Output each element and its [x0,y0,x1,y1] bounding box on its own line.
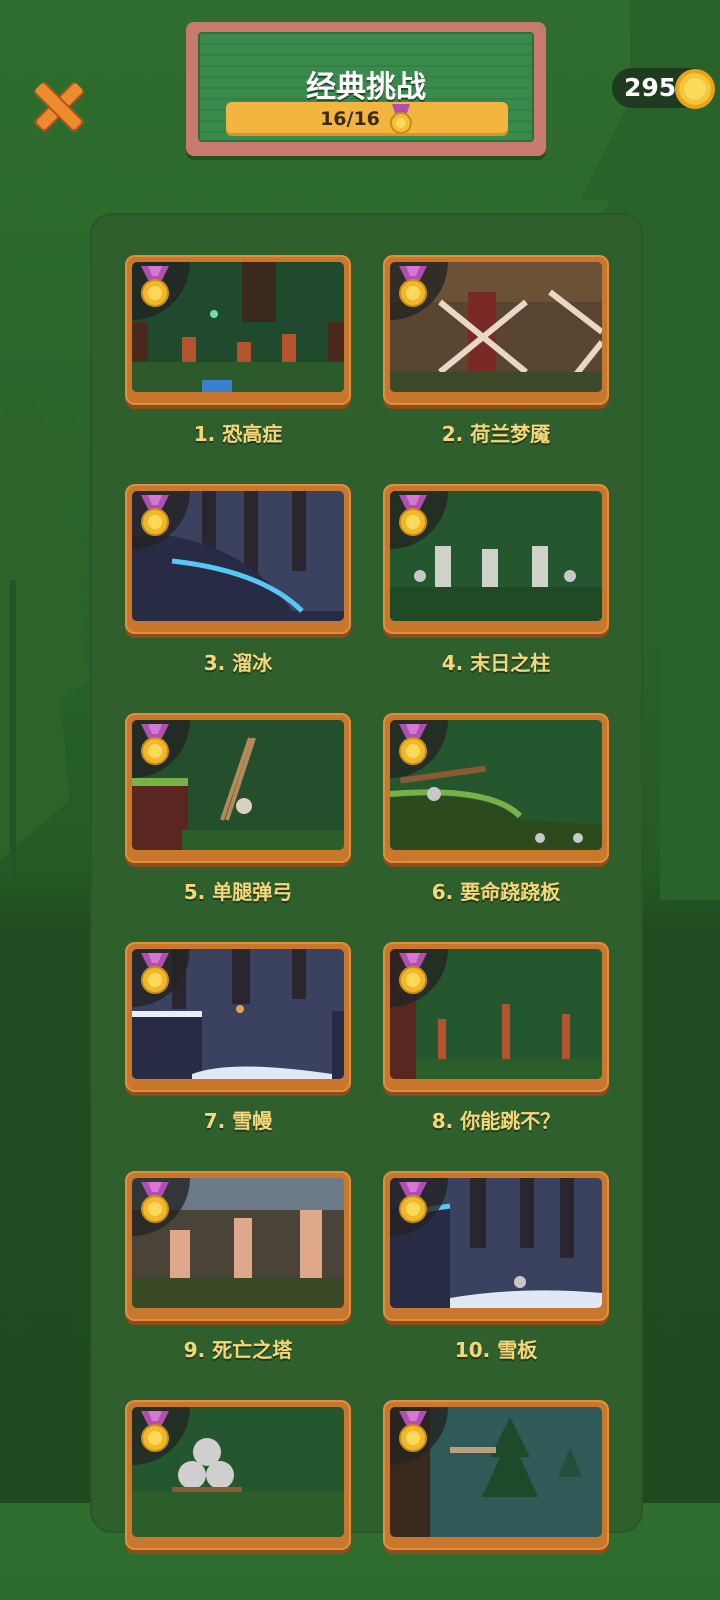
level-thumbnail [390,949,602,1079]
level-label: 8. 你能跳不？ [431,1109,561,1133]
gold-medal-icon [141,495,169,536]
level-label: 6. 要命跷跷板 [431,880,561,904]
level-thumbnail-frame [383,484,609,634]
level-thumbnail [132,720,344,850]
level-label: 2. 荷兰梦魇 [441,422,551,446]
close-button[interactable] [28,76,90,138]
level-label: 5. 单腿弹弓 [183,880,293,904]
level-card-9[interactable]: 9. 死亡之塔 [125,1171,351,1371]
level-thumbnail [132,262,344,392]
level-card-11[interactable] [125,1400,351,1600]
page-title: 经典挑战 [306,70,426,105]
level-thumbnail [390,1407,602,1537]
level-thumbnail-frame [125,713,351,863]
level-card-12[interactable] [383,1400,609,1600]
level-thumbnail-frame [125,255,351,405]
level-label: 4. 末日之柱 [441,651,551,675]
level-thumbnail [390,262,602,392]
level-thumbnail-frame [125,484,351,634]
level-thumbnail [132,949,344,1079]
medal-progress-count: 16/16 [320,108,380,130]
level-thumbnail-frame [383,255,609,405]
level-label: 7. 雪幔 [203,1109,273,1133]
gold-medal-icon [399,495,427,536]
level-card-1[interactable]: 1. 恐高症 [125,255,351,455]
gold-medal-icon [141,1411,169,1452]
level-thumbnail-frame [383,942,609,1092]
medal-progress-bar: 16/16 [226,102,508,136]
level-label: 1. 恐高症 [193,422,283,446]
gold-medal-icon [141,724,169,765]
coin-count: 295 [624,73,677,102]
gold-medal-icon [399,724,427,765]
level-thumbnail [390,1178,602,1308]
gold-medal-icon [399,1411,427,1452]
medal-icon [389,104,412,134]
gold-medal-icon [399,953,427,994]
level-thumbnail [132,1178,344,1308]
gold-medal-icon [141,266,169,307]
level-card-6[interactable]: 6. 要命跷跷板 [383,713,609,913]
level-label: 10. 雪板 [454,1338,538,1362]
level-card-8[interactable]: 8. 你能跳不？ [383,942,609,1142]
gold-medal-icon [399,1182,427,1223]
level-thumbnail [132,1407,344,1537]
level-thumbnail-frame [383,1171,609,1321]
level-thumbnail [390,720,602,850]
gold-medal-icon [141,1182,169,1223]
level-thumbnail-frame [125,1171,351,1321]
level-thumbnail-frame [383,1400,609,1550]
level-thumbnail-frame [383,713,609,863]
level-list-panel[interactable]: 1. 恐高症 2. 荷兰梦魇 3. 溜冰 4. 末日之柱 5. 单腿弹弓 6. 要命跷跷板… [90,213,643,1550]
level-thumbnail-frame [125,942,351,1092]
level-card-2[interactable]: 2. 荷兰梦魇 [383,255,609,455]
level-card-3[interactable]: 3. 溜冰 [125,484,351,684]
level-card-7[interactable]: 7. 雪幔 [125,942,351,1142]
coin-icon [675,69,715,109]
gold-medal-icon [141,953,169,994]
level-thumbnail [390,491,602,621]
level-card-4[interactable]: 4. 末日之柱 [383,484,609,684]
gold-medal-icon [399,266,427,307]
level-label: 3. 溜冰 [203,651,273,675]
level-card-10[interactable]: 10. 雪板 [383,1171,609,1371]
level-thumbnail [132,491,344,621]
level-label: 9. 死亡之塔 [183,1338,293,1362]
level-card-5[interactable]: 5. 单腿弹弓 [125,713,351,913]
close-icon [34,82,84,132]
level-thumbnail-frame [125,1400,351,1550]
